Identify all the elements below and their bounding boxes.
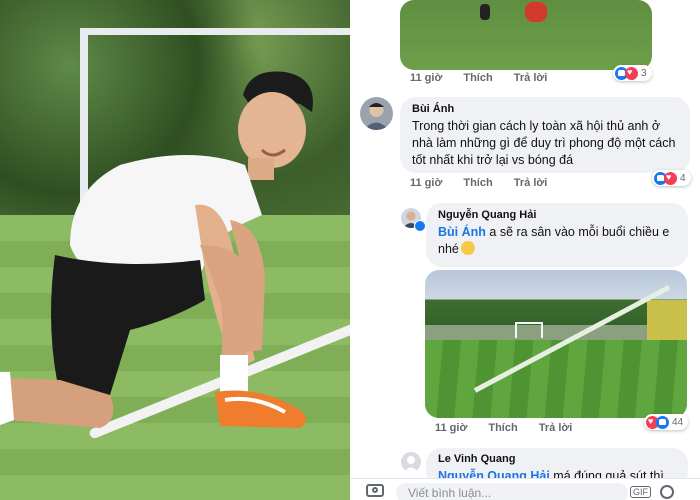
reaction-count: 44 [672,416,684,428]
comment-time: 11 giờ [410,72,443,84]
reaction-count: 4 [680,172,686,184]
building [647,300,687,342]
reaction-summary[interactable]: 44 [644,414,689,430]
comment-input[interactable]: Viết bình luận... [396,483,628,500]
gif-icon[interactable]: GIF [630,486,651,498]
comment-text: Trong thời gian cách ly toàn xã hội thủ … [412,119,676,167]
player-photo [0,0,350,500]
comment-actions-2: 11 giờ Thích Trả lời [410,177,565,189]
turf [425,340,687,418]
like-action[interactable]: Thích [463,72,492,84]
goal [515,322,543,338]
avatar[interactable] [360,97,393,130]
player-in-image-2 [480,4,490,20]
like-action[interactable]: Thích [488,422,517,434]
reaction-summary[interactable]: 3 [613,65,652,81]
heart-reaction-icon [664,171,677,185]
mention-tag[interactable]: Bùi Ánh [438,225,486,239]
comment-time: 11 giờ [435,422,468,434]
comment-time: 11 giờ [410,177,443,189]
smile-emoji-icon [460,241,475,255]
comment-text: Bùi Ánh a sẽ ra sân vào mỗi buổi chiều e… [438,224,676,258]
verified-badge-icon [414,220,426,232]
comment-author[interactable]: Bùi Ánh [412,103,678,115]
reply-action[interactable]: Trả lời [539,422,573,434]
emoji-icon[interactable] [660,485,674,499]
reply-action[interactable]: Trả lời [514,177,548,189]
like-action[interactable]: Thích [463,177,492,189]
like-reaction-icon [656,415,669,429]
avatar[interactable] [401,452,421,472]
player-figure [0,71,313,428]
comment-actions-3: 11 giờ Thích Trả lời [435,422,590,434]
person-avatar-icon [364,103,389,130]
comment-image-top[interactable] [400,0,652,70]
reaction-count: 3 [641,67,647,79]
comment-composer: Viết bình luận... GIF [350,478,700,500]
reaction-summary[interactable]: 4 [652,170,691,186]
comment-author[interactable]: Nguyễn Quang Hải [438,209,676,221]
default-avatar-icon [404,456,418,472]
comment-author[interactable]: Le Vinh Quang [438,453,676,465]
reply-action[interactable]: Trả lời [514,72,548,84]
comment-image-field[interactable] [425,270,687,418]
player-in-image [525,2,547,22]
comments-panel: 11 giờ Thích Trả lời 3 Bùi Ánh Trong thờ… [350,0,700,500]
camera-icon[interactable] [366,484,384,497]
heart-reaction-icon [625,66,638,80]
reply-bubble: Nguyễn Quang Hải Bùi Ánh a sẽ ra sân vào… [426,203,688,267]
comment-actions-1: 11 giờ Thích Trả lời [410,72,565,84]
comment-bubble: Bùi Ánh Trong thời gian cách ly toàn xã … [400,97,690,173]
